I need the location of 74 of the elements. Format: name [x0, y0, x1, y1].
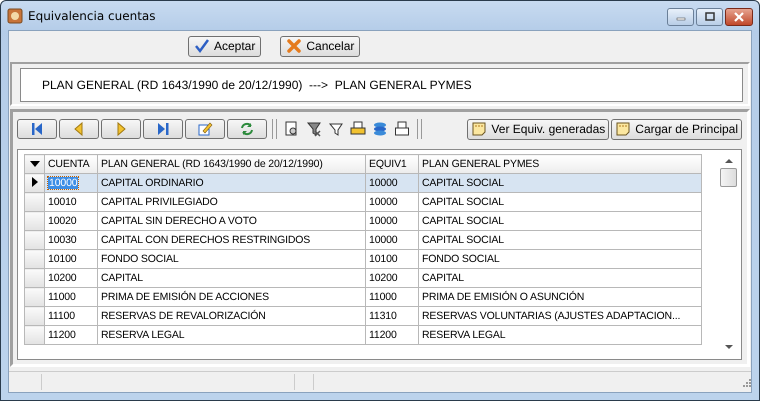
last-record-button[interactable] [143, 119, 183, 139]
table-cell: CAPITAL SOCIAL [418, 212, 702, 230]
plan-mapping-label: PLAN GENERAL (RD 1643/1990 de 20/12/1990) ---> PLAN GENERAL PYMES [42, 78, 472, 92]
toolbar-button[interactable]: Cargar de Principal [611, 118, 742, 140]
window-title: Equivalencia cuentas [28, 8, 156, 22]
table-cell: CAPITAL [418, 268, 702, 288]
table-cell: 11100 [44, 306, 98, 326]
column-header[interactable]: CUENTA [44, 154, 98, 174]
table-cell: PRIMA DE EMISIÓN DE ACCIONES [98, 288, 366, 306]
table-cell: RESERVAS DE REVALORIZACIÓN [98, 306, 366, 326]
table-cell: PRIMA DE EMISIÓN O ASUNCIÓN [418, 288, 702, 306]
scroll-up-icon[interactable] [724, 159, 732, 163]
cross-icon [286, 38, 302, 54]
table-cell: 11000 [366, 288, 418, 306]
table-cell: CAPITAL SOCIAL [418, 192, 702, 212]
table-cell: 10000 [366, 174, 418, 192]
scroll-down-icon[interactable] [724, 345, 732, 349]
skip-forward-icon [155, 121, 171, 137]
app-icon [7, 8, 23, 24]
table-cell: 10000 [44, 174, 98, 192]
table-cell: RESERVA LEGAL [418, 326, 702, 344]
table-cell: 10030 [44, 230, 98, 250]
table-cell: 10020 [44, 212, 98, 230]
table-cell: 10200 [44, 268, 98, 288]
table-cell: 11000 [44, 288, 98, 306]
table-cell: 10200 [366, 268, 418, 288]
table-cell: 10100 [44, 250, 98, 268]
refresh-button[interactable] [227, 119, 267, 139]
table-cell: RESERVAS VOLUNTARIAS (AJUSTES ADAPTACION... [418, 306, 702, 326]
column-header[interactable]: PLAN GENERAL PYMES [418, 154, 702, 174]
table-cell: 10000 [366, 230, 418, 250]
current-row-icon [32, 176, 38, 186]
table-cell: RESERVA LEGAL [98, 326, 366, 344]
table-cell: FONDO SOCIAL [418, 250, 702, 268]
pencil-icon [197, 121, 213, 137]
accept-button[interactable]: Aceptar [188, 36, 262, 56]
close-button[interactable] [725, 8, 753, 26]
table-cell: 11200 [366, 326, 418, 344]
toolbar-button[interactable]: Ver Equiv. generadas [467, 118, 610, 140]
note-icon [615, 121, 632, 137]
row-indicator[interactable] [24, 174, 44, 192]
table-cell: 10010 [44, 192, 98, 212]
table-cell: FONDO SOCIAL [98, 250, 366, 268]
refresh-icon [239, 121, 255, 137]
table-cell: CAPITAL SOCIAL [418, 230, 702, 250]
dropdown-caret-icon [30, 161, 40, 167]
table-cell: 10100 [366, 250, 418, 268]
skip-back-icon [29, 121, 45, 137]
minimize-button[interactable] [667, 8, 694, 26]
table-cell: CAPITAL [98, 268, 366, 288]
table-cell: CAPITAL ORDINARIO [98, 174, 366, 192]
first-record-button[interactable] [17, 119, 57, 139]
checkmark-icon [194, 38, 210, 54]
table-cell: 11200 [44, 326, 98, 344]
maximize-button[interactable] [696, 8, 723, 26]
table-cell: CAPITAL SOCIAL [418, 174, 702, 192]
scroll-thumb[interactable] [720, 168, 737, 187]
column-menu-button[interactable] [24, 154, 44, 174]
cancel-button[interactable]: Cancelar [280, 36, 360, 56]
column-header[interactable]: PLAN GENERAL (RD 1643/1990 de 20/12/1990) [98, 154, 366, 174]
table-cell: 10000 [366, 212, 418, 230]
next-record-button[interactable] [101, 119, 141, 139]
note-icon [471, 121, 488, 137]
table-cell: CAPITAL PRIVILEGIADO [98, 192, 366, 212]
edit-button[interactable] [185, 119, 225, 139]
table-cell: 10000 [366, 192, 418, 212]
table-cell: CAPITAL CON DERECHOS RESTRINGIDOS [98, 230, 366, 250]
resize-grip-icon[interactable] [741, 377, 751, 387]
column-header[interactable]: EQUIV1 [366, 154, 418, 174]
table-cell: CAPITAL SIN DERECHO A VOTO [98, 212, 366, 230]
maximize-icon [704, 12, 716, 22]
table-cell: 11310 [366, 306, 418, 326]
close-icon [733, 12, 745, 22]
prev-record-button[interactable] [59, 119, 99, 139]
